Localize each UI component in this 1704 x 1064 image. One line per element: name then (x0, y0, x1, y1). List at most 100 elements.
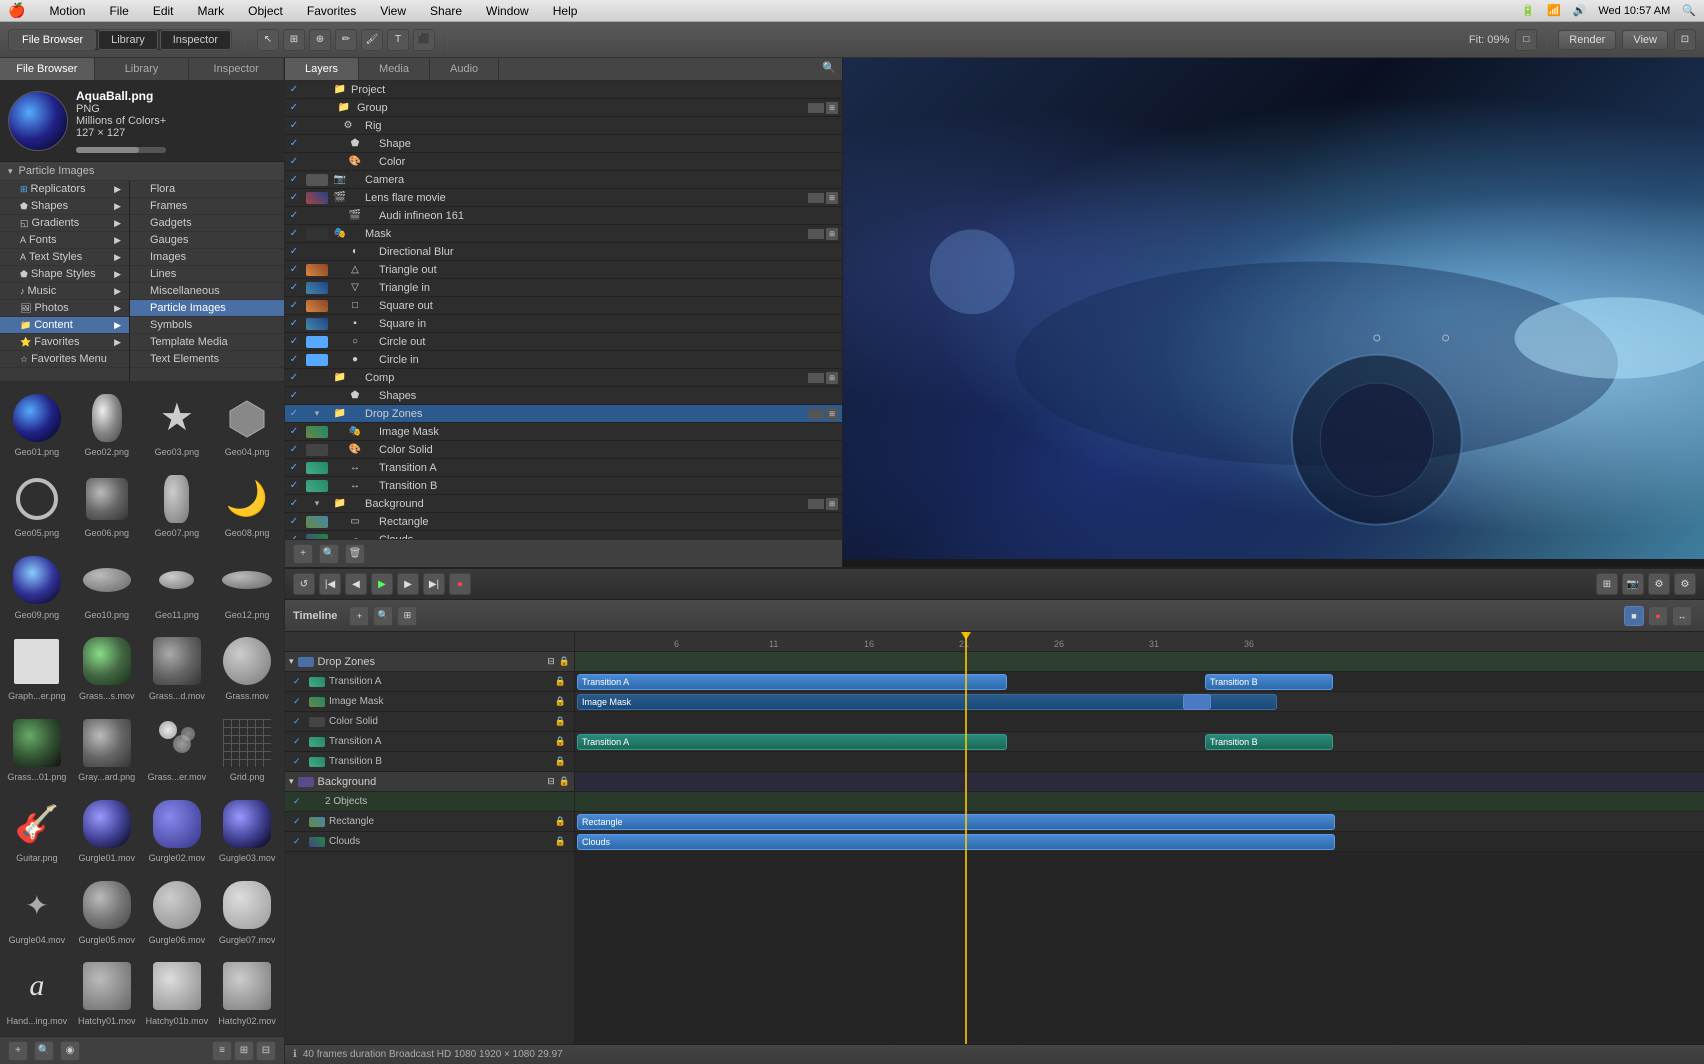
tl-track-2objects[interactable]: ✓ 2 Objects (285, 792, 574, 812)
tl-link-btn[interactable]: ↔ (1672, 606, 1692, 626)
particle-geo08[interactable]: 🌙 Geo08.png (214, 467, 280, 544)
tool-brush[interactable]: 🖌 (361, 29, 383, 51)
tl-row-transition-b[interactable] (575, 752, 1704, 772)
lib-item-favorites[interactable]: ⭐ Favorites ▶ (0, 334, 129, 351)
layer-ctrl[interactable] (808, 409, 824, 419)
particle-handing[interactable]: a Hand...ing.mov (4, 955, 70, 1032)
grid-view-button[interactable]: ⊞ (234, 1041, 254, 1061)
particle-geo06[interactable]: Geo06.png (74, 467, 140, 544)
layer-image-mask[interactable]: ✓ 🎭 Image Mask (285, 423, 842, 441)
camera-record-icon[interactable]: 📷 (1622, 573, 1644, 595)
preview-scrubber[interactable] (843, 559, 1704, 567)
layers-search-icon[interactable]: 🔍 (816, 58, 842, 80)
group-lock-icon[interactable]: 🔒 (559, 776, 570, 787)
play-button[interactable]: ▶ (371, 573, 393, 595)
sub-particle-images[interactable]: Particle Images (130, 300, 284, 317)
search-icon[interactable]: 🔍 (1682, 4, 1696, 17)
layer-group[interactable]: ✓ 📁 Group ⊞ (285, 99, 842, 117)
track-lock[interactable]: 🔒 (555, 676, 566, 687)
particle-geo12[interactable]: Geo12.png (214, 549, 280, 626)
lib-item-shapes[interactable]: ⬟ Shapes ▶ (0, 198, 129, 215)
tl-options-button[interactable]: ⊞ (397, 606, 417, 626)
tool-select[interactable]: ↖ (257, 29, 279, 51)
tool-transform[interactable]: ⊞ (283, 29, 305, 51)
tl-block-transition-b-right[interactable]: Transition B (1205, 674, 1333, 690)
sub-frames[interactable]: Frames (130, 198, 284, 215)
large-grid-button[interactable]: ⊟ (256, 1041, 276, 1061)
layer-ctrl2[interactable]: ⊞ (826, 102, 838, 114)
sub-text-elements[interactable]: Text Elements (130, 351, 284, 368)
tl-block-image-mask[interactable]: Image Mask (577, 694, 1277, 710)
step-forward-button[interactable]: ▶ (397, 573, 419, 595)
group-expand-icon[interactable]: ⊟ (547, 776, 555, 787)
tab-library-panel[interactable]: Library (95, 58, 190, 80)
tab-file-browser-panel[interactable]: File Browser (0, 58, 95, 80)
layer-project[interactable]: ✓ 📁 Project (285, 81, 842, 99)
tl-row-2objects[interactable] (575, 792, 1704, 812)
layer-background[interactable]: ✓ ▾ 📁 Background ⊞ (285, 495, 842, 513)
layer-clouds[interactable]: ✓ ☁ Clouds (285, 531, 842, 539)
tl-block-extra[interactable] (1183, 694, 1211, 710)
tl-row-transition-a2[interactable]: Transition A Transition B (575, 732, 1704, 752)
view-button[interactable]: View (1622, 30, 1668, 50)
tool-mask[interactable]: ⬛ (413, 29, 435, 51)
particle-hatchy02[interactable]: Hatchy02.mov (214, 955, 280, 1032)
tl-group-background[interactable]: ▾ Background ⊟ 🔒 (285, 772, 574, 792)
tl-track-transition-b[interactable]: ✓ Transition B 🔒 (285, 752, 574, 772)
tl-row-clouds[interactable]: Clouds (575, 832, 1704, 852)
layer-sq-out[interactable]: ✓ □ Square out (285, 297, 842, 315)
loop-button[interactable]: ↺ (293, 573, 315, 595)
search-layers-button[interactable]: 🔍 (319, 544, 339, 564)
sub-lines[interactable]: Lines (130, 266, 284, 283)
tl-row-image-mask[interactable]: Image Mask (575, 692, 1704, 712)
tl-track-color-solid[interactable]: ✓ Color Solid 🔒 (285, 712, 574, 732)
tab-file-browser[interactable]: File Browser (9, 30, 96, 50)
layer-tri-out[interactable]: ✓ △ Triangle out (285, 261, 842, 279)
lib-item-shape-styles[interactable]: ⬟ Shape Styles ▶ (0, 266, 129, 283)
layer-audi[interactable]: ✓ 🎬 Audi infineon 161 (285, 207, 842, 225)
particle-gray[interactable]: Gray...ard.png (74, 711, 140, 788)
add-layer-button[interactable]: + (293, 544, 313, 564)
layer-sq-in[interactable]: ✓ ▪ Square in (285, 315, 842, 333)
particle-geo05[interactable]: Geo05.png (4, 467, 70, 544)
particle-geo09[interactable]: Geo09.png (4, 549, 70, 626)
sub-gauges[interactable]: Gauges (130, 232, 284, 249)
layer-ctrl[interactable] (808, 193, 824, 203)
timeline-tracks[interactable]: 6 11 16 21 26 31 36 (575, 632, 1704, 1044)
layer-dir-blur[interactable]: ✓ ◐ Directional Blur (285, 243, 842, 261)
group-lock-icon[interactable]: 🔒 (559, 656, 570, 667)
particle-gurgle07[interactable]: Gurgle07.mov (214, 874, 280, 951)
layer-rectangle[interactable]: ✓ ▭ Rectangle (285, 513, 842, 531)
search-button[interactable]: 🔍 (34, 1041, 54, 1061)
layer-transition-b[interactable]: ✓ ↔ Transition B (285, 477, 842, 495)
step-back-button[interactable]: ◀ (345, 573, 367, 595)
menu-motion[interactable]: Motion (45, 4, 89, 18)
particle-guitar[interactable]: 🎸 Guitar.png (4, 792, 70, 869)
particle-geo03[interactable]: ★ Geo03.png (144, 386, 211, 463)
layer-ctrl[interactable] (808, 229, 824, 239)
particle-geo10[interactable]: Geo10.png (74, 549, 140, 626)
menu-share[interactable]: Share (426, 4, 466, 18)
particle-hatchy01[interactable]: Hatchy01.mov (74, 955, 140, 1032)
go-start-button[interactable]: |◀ (319, 573, 341, 595)
lib-item-music[interactable]: ♪ Music ▶ (0, 283, 129, 300)
go-end-button[interactable]: ▶| (423, 573, 445, 595)
tl-group-dropzones[interactable]: ▾ Drop Zones ⊟ 🔒 (285, 652, 574, 672)
layer-lens-flare[interactable]: ✓ 🎬 Lens flare movie ⊞ (285, 189, 842, 207)
record-button[interactable]: ● (449, 573, 471, 595)
track-lock[interactable]: 🔒 (555, 696, 566, 707)
particle-grass-s[interactable]: Grass...s.mov (74, 630, 140, 707)
lib-item-content[interactable]: 📁 Content ▶ (0, 317, 129, 334)
layer-ctrl[interactable] (808, 103, 824, 113)
tl-track-transition-a[interactable]: ✓ Transition A 🔒 (285, 672, 574, 692)
layer-rig[interactable]: ✓ ⚙ Rig (285, 117, 842, 135)
layer-ctrl2[interactable]: ⊞ (826, 408, 838, 420)
tl-row-transition-a[interactable]: Transition A Transition B (575, 672, 1704, 692)
track-lock[interactable]: 🔒 (555, 756, 566, 767)
lib-item-replicators[interactable]: ⊞ Replicators ▶ (0, 181, 129, 198)
layer-mask[interactable]: ✓ 🎭 Mask ⊞ (285, 225, 842, 243)
tab-inspector-panel[interactable]: Inspector (189, 58, 284, 80)
delete-layer-button[interactable]: 🗑 (345, 544, 365, 564)
zoom-display[interactable]: □ (1515, 29, 1537, 51)
particle-grid[interactable]: Grid.png (214, 711, 280, 788)
